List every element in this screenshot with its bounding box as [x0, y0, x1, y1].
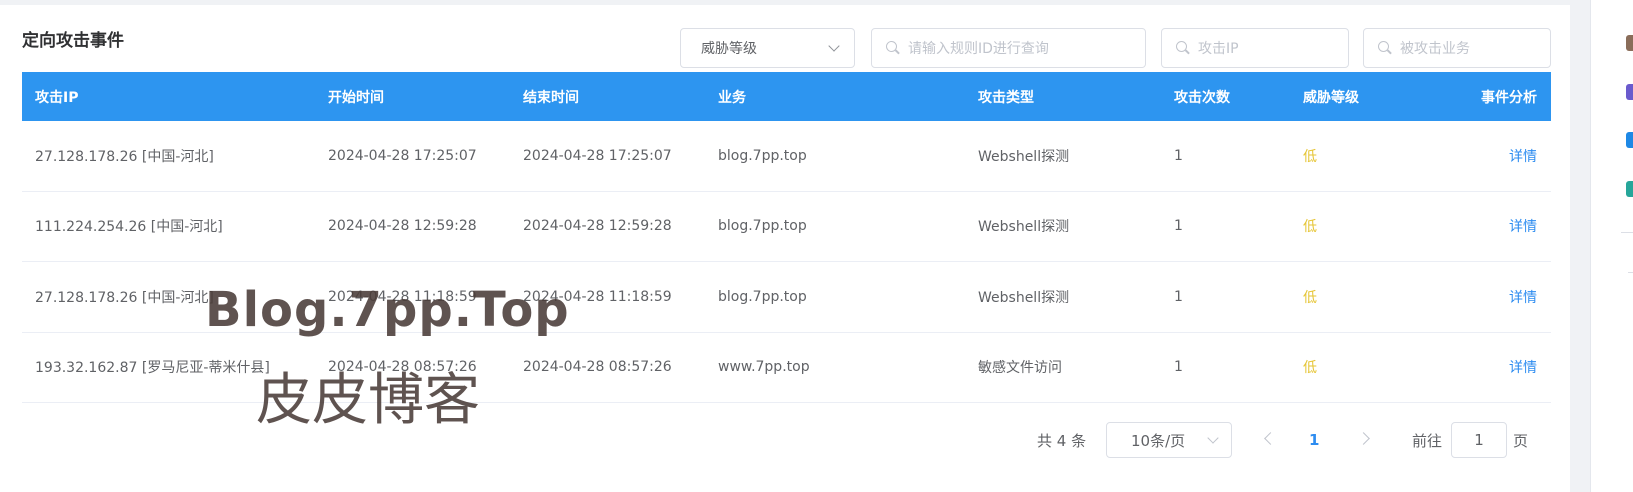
- cell-end-time: 2024-04-28 17:25:07: [523, 147, 672, 164]
- cell-attack-count: 1: [1174, 288, 1183, 305]
- cell-start-time: 2024-04-28 17:25:07: [328, 147, 477, 164]
- chevron-down-icon: [1207, 432, 1219, 444]
- divider: [1621, 232, 1633, 233]
- page: 定向攻击事件 威胁等级 请输入规则ID进行查询 攻击IP 被攻击业务 攻击IP …: [0, 0, 1633, 492]
- cell-attack-ip: 27.128.178.26 [中国-河北]: [35, 289, 214, 306]
- details-link[interactable]: 详情: [1509, 216, 1537, 236]
- cell-attack-type: Webshell探测: [978, 289, 1070, 306]
- cell-attack-type: Webshell探测: [978, 219, 1070, 236]
- header-threat-level: 威胁等级: [1303, 89, 1359, 106]
- threat-level-select-value: 威胁等级: [701, 41, 757, 57]
- cell-threat-level: 低: [1303, 219, 1317, 236]
- events-table: 攻击IP 开始时间 结束时间 业务 攻击类型 攻击次数 威胁等级 事件分析 27…: [22, 72, 1551, 403]
- table-row: 27.128.178.26 [中国-河北] 2024-04-28 11:18:5…: [22, 262, 1551, 333]
- cell-start-time: 2024-04-28 11:18:59: [328, 288, 477, 305]
- table-row: 27.128.178.26 [中国-河北] 2024-04-28 17:25:0…: [22, 121, 1551, 192]
- cell-attack-ip: 193.32.162.87 [罗马尼亚-蒂米什县]: [35, 360, 270, 377]
- goto-page-input[interactable]: 1: [1451, 422, 1507, 458]
- header-attack-count: 攻击次数: [1174, 89, 1230, 106]
- details-link[interactable]: 详情: [1509, 287, 1537, 307]
- header-event-analysis: 事件分析: [1481, 89, 1537, 106]
- cell-business: www.7pp.top: [718, 359, 810, 376]
- tool-icon[interactable]: [1626, 181, 1633, 197]
- cell-end-time: 2024-04-28 08:57:26: [523, 359, 672, 376]
- cell-threat-level: 低: [1303, 148, 1317, 165]
- attack-ip-search-input[interactable]: 攻击IP: [1161, 28, 1349, 68]
- table-row: 193.32.162.87 [罗马尼亚-蒂米什县] 2024-04-28 08:…: [22, 333, 1551, 403]
- search-icon: [1176, 41, 1190, 55]
- pagination-total: 共 4 条: [1037, 431, 1087, 450]
- header-end-time: 结束时间: [523, 89, 579, 106]
- search-icon: [886, 41, 900, 55]
- outlook-icon[interactable]: [1626, 132, 1633, 148]
- cell-end-time: 2024-04-28 12:59:28: [523, 218, 672, 235]
- cell-start-time: 2024-04-28 08:57:26: [328, 359, 477, 376]
- cell-end-time: 2024-04-28 11:18:59: [523, 288, 672, 305]
- cell-start-time: 2024-04-28 12:59:28: [328, 218, 477, 235]
- table-row: 111.224.254.26 [中国-河北] 2024-04-28 12:59:…: [22, 192, 1551, 262]
- cell-attack-type: 敏感文件访问: [978, 360, 1062, 377]
- current-page-number[interactable]: 1: [1309, 431, 1319, 449]
- page-size-value: 10条/页: [1131, 431, 1186, 450]
- rule-id-placeholder: 请输入规则ID进行查询: [908, 41, 1049, 57]
- plus-icon[interactable]: [1628, 272, 1633, 273]
- page-size-select[interactable]: 10条/页: [1106, 422, 1232, 458]
- chevron-down-icon: [828, 40, 840, 52]
- attack-ip-placeholder: 攻击IP: [1198, 41, 1239, 57]
- cell-attack-count: 1: [1174, 218, 1183, 235]
- search-icon: [1378, 41, 1392, 55]
- header-attack-type: 攻击类型: [978, 89, 1034, 106]
- cell-attack-type: Webshell探测: [978, 148, 1070, 165]
- app-icon[interactable]: [1626, 84, 1633, 100]
- threat-level-select[interactable]: 威胁等级: [680, 28, 855, 68]
- table-header: 攻击IP 开始时间 结束时间 业务 攻击类型 攻击次数 威胁等级 事件分析: [22, 72, 1551, 121]
- cell-attack-count: 1: [1174, 147, 1183, 164]
- cell-attack-ip: 27.128.178.26 [中国-河北]: [35, 148, 214, 165]
- page-title: 定向攻击事件: [22, 31, 124, 51]
- header-start-time: 开始时间: [328, 89, 384, 106]
- goto-suffix: 页: [1513, 431, 1529, 450]
- details-link[interactable]: 详情: [1509, 357, 1537, 377]
- cell-threat-level: 低: [1303, 289, 1317, 306]
- header-business: 业务: [718, 89, 746, 106]
- goto-label: 前往: [1412, 431, 1443, 450]
- user-icon[interactable]: [1626, 35, 1633, 51]
- attacked-business-search-input[interactable]: 被攻击业务: [1363, 28, 1551, 68]
- cell-threat-level: 低: [1303, 360, 1317, 377]
- cell-business: blog.7pp.top: [718, 147, 807, 164]
- attacked-business-placeholder: 被攻击业务: [1400, 41, 1470, 57]
- details-link[interactable]: 详情: [1509, 146, 1537, 166]
- cell-business: blog.7pp.top: [718, 218, 807, 235]
- rule-id-search-input[interactable]: 请输入规则ID进行查询: [871, 28, 1146, 68]
- header-attack-ip: 攻击IP: [35, 89, 79, 106]
- cell-attack-ip: 111.224.254.26 [中国-河北]: [35, 219, 223, 236]
- right-sidebar: [1590, 0, 1633, 492]
- cell-attack-count: 1: [1174, 359, 1183, 376]
- cell-business: blog.7pp.top: [718, 288, 807, 305]
